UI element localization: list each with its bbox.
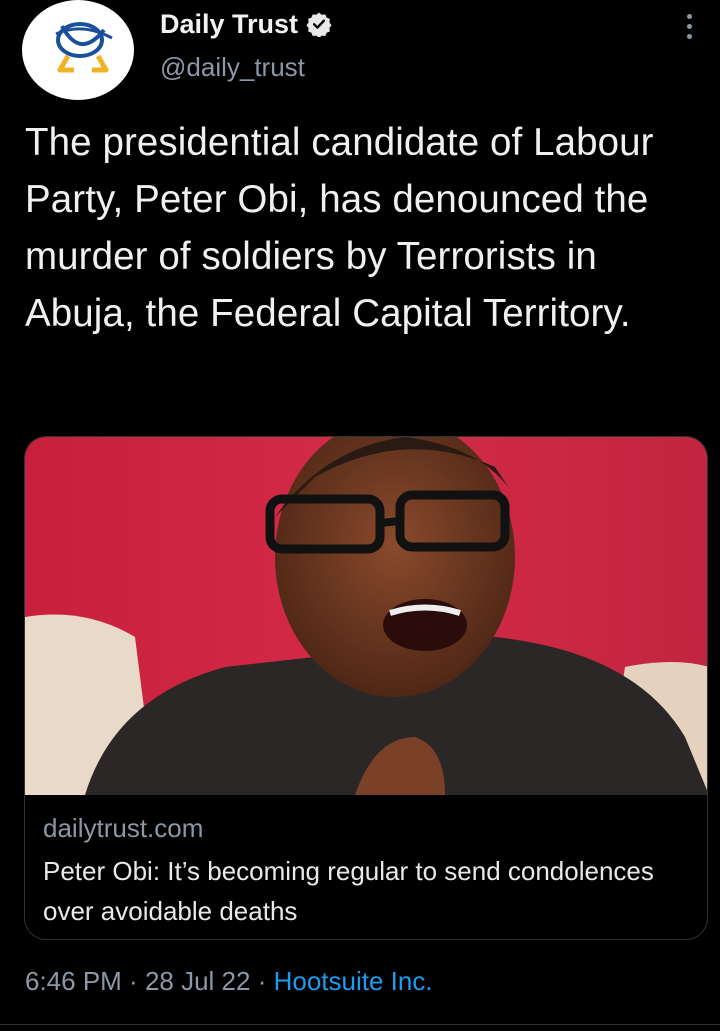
tweet-time[interactable]: 6:46 PM	[25, 966, 122, 996]
verified-badge-icon	[306, 12, 332, 37]
link-card-domain: dailytrust.com	[43, 813, 204, 843]
account-handle[interactable]: @daily_trust	[160, 52, 305, 83]
meta-separator: ·	[121, 966, 145, 996]
name-row[interactable]: Daily Trust	[160, 6, 332, 42]
tweet-header: Daily Trust @daily_trust	[0, 0, 720, 110]
account-name[interactable]: Daily Trust	[160, 9, 298, 40]
more-vertical-icon[interactable]	[672, 6, 706, 46]
tweet-source-link[interactable]: Hootsuite Inc.	[274, 966, 433, 996]
avatar[interactable]	[22, 0, 134, 100]
meta-separator: ·	[250, 966, 274, 996]
tweet-date[interactable]: 28 Jul 22	[145, 966, 251, 996]
tweet-text: The presidential candidate of Labour Par…	[25, 121, 654, 335]
daily-trust-logo-icon	[55, 22, 113, 73]
divider	[0, 1024, 720, 1025]
link-card-title: Peter Obi: It’s becoming regular to send…	[43, 856, 654, 926]
link-card-image	[25, 437, 707, 795]
link-card[interactable]: dailytrust.com Peter Obi: It’s becoming …	[24, 436, 708, 940]
tweet-meta: 6:46 PM · 28 Jul 22 · Hootsuite Inc.	[25, 966, 433, 997]
